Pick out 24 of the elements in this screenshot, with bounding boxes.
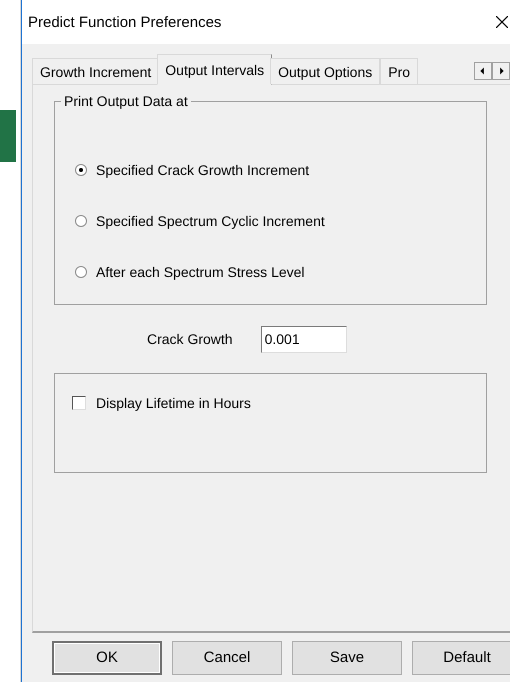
- tab[interactable]: Output Intervals: [157, 54, 272, 85]
- radio-label: Specified Spectrum Cyclic Increment: [96, 212, 325, 228]
- scroll-left-icon[interactable]: [474, 62, 492, 80]
- radio-button[interactable]: [75, 214, 87, 226]
- radio-label: Specified Crack Growth Increment: [96, 162, 310, 178]
- tab[interactable]: Growth Increment: [32, 58, 160, 84]
- tab[interactable]: Pro: [380, 58, 418, 84]
- radio-button[interactable]: [75, 266, 87, 278]
- checkbox[interactable]: [72, 396, 86, 410]
- checkbox-label: Display Lifetime in Hours: [96, 395, 251, 411]
- close-icon[interactable]: [496, 16, 508, 28]
- scroll-right-icon[interactable]: [492, 62, 510, 80]
- tab[interactable]: Output Options: [270, 58, 380, 84]
- radio-label: After each Spectrum Stress Level: [96, 264, 305, 280]
- field-label: Crack Growth: [147, 331, 233, 347]
- dialog-button[interactable]: OK: [52, 640, 162, 674]
- header-strip: [0, 110, 16, 162]
- window-title: Predict Function Preferences: [28, 14, 222, 30]
- group-title: Print Output Data at: [61, 93, 191, 109]
- dialog-button[interactable]: Cancel: [172, 640, 282, 674]
- radio-button[interactable]: [75, 164, 87, 176]
- input-field[interactable]: 0.001: [260, 326, 347, 352]
- dialog-button[interactable]: Default: [412, 640, 510, 674]
- dialog-button[interactable]: Save: [292, 640, 402, 674]
